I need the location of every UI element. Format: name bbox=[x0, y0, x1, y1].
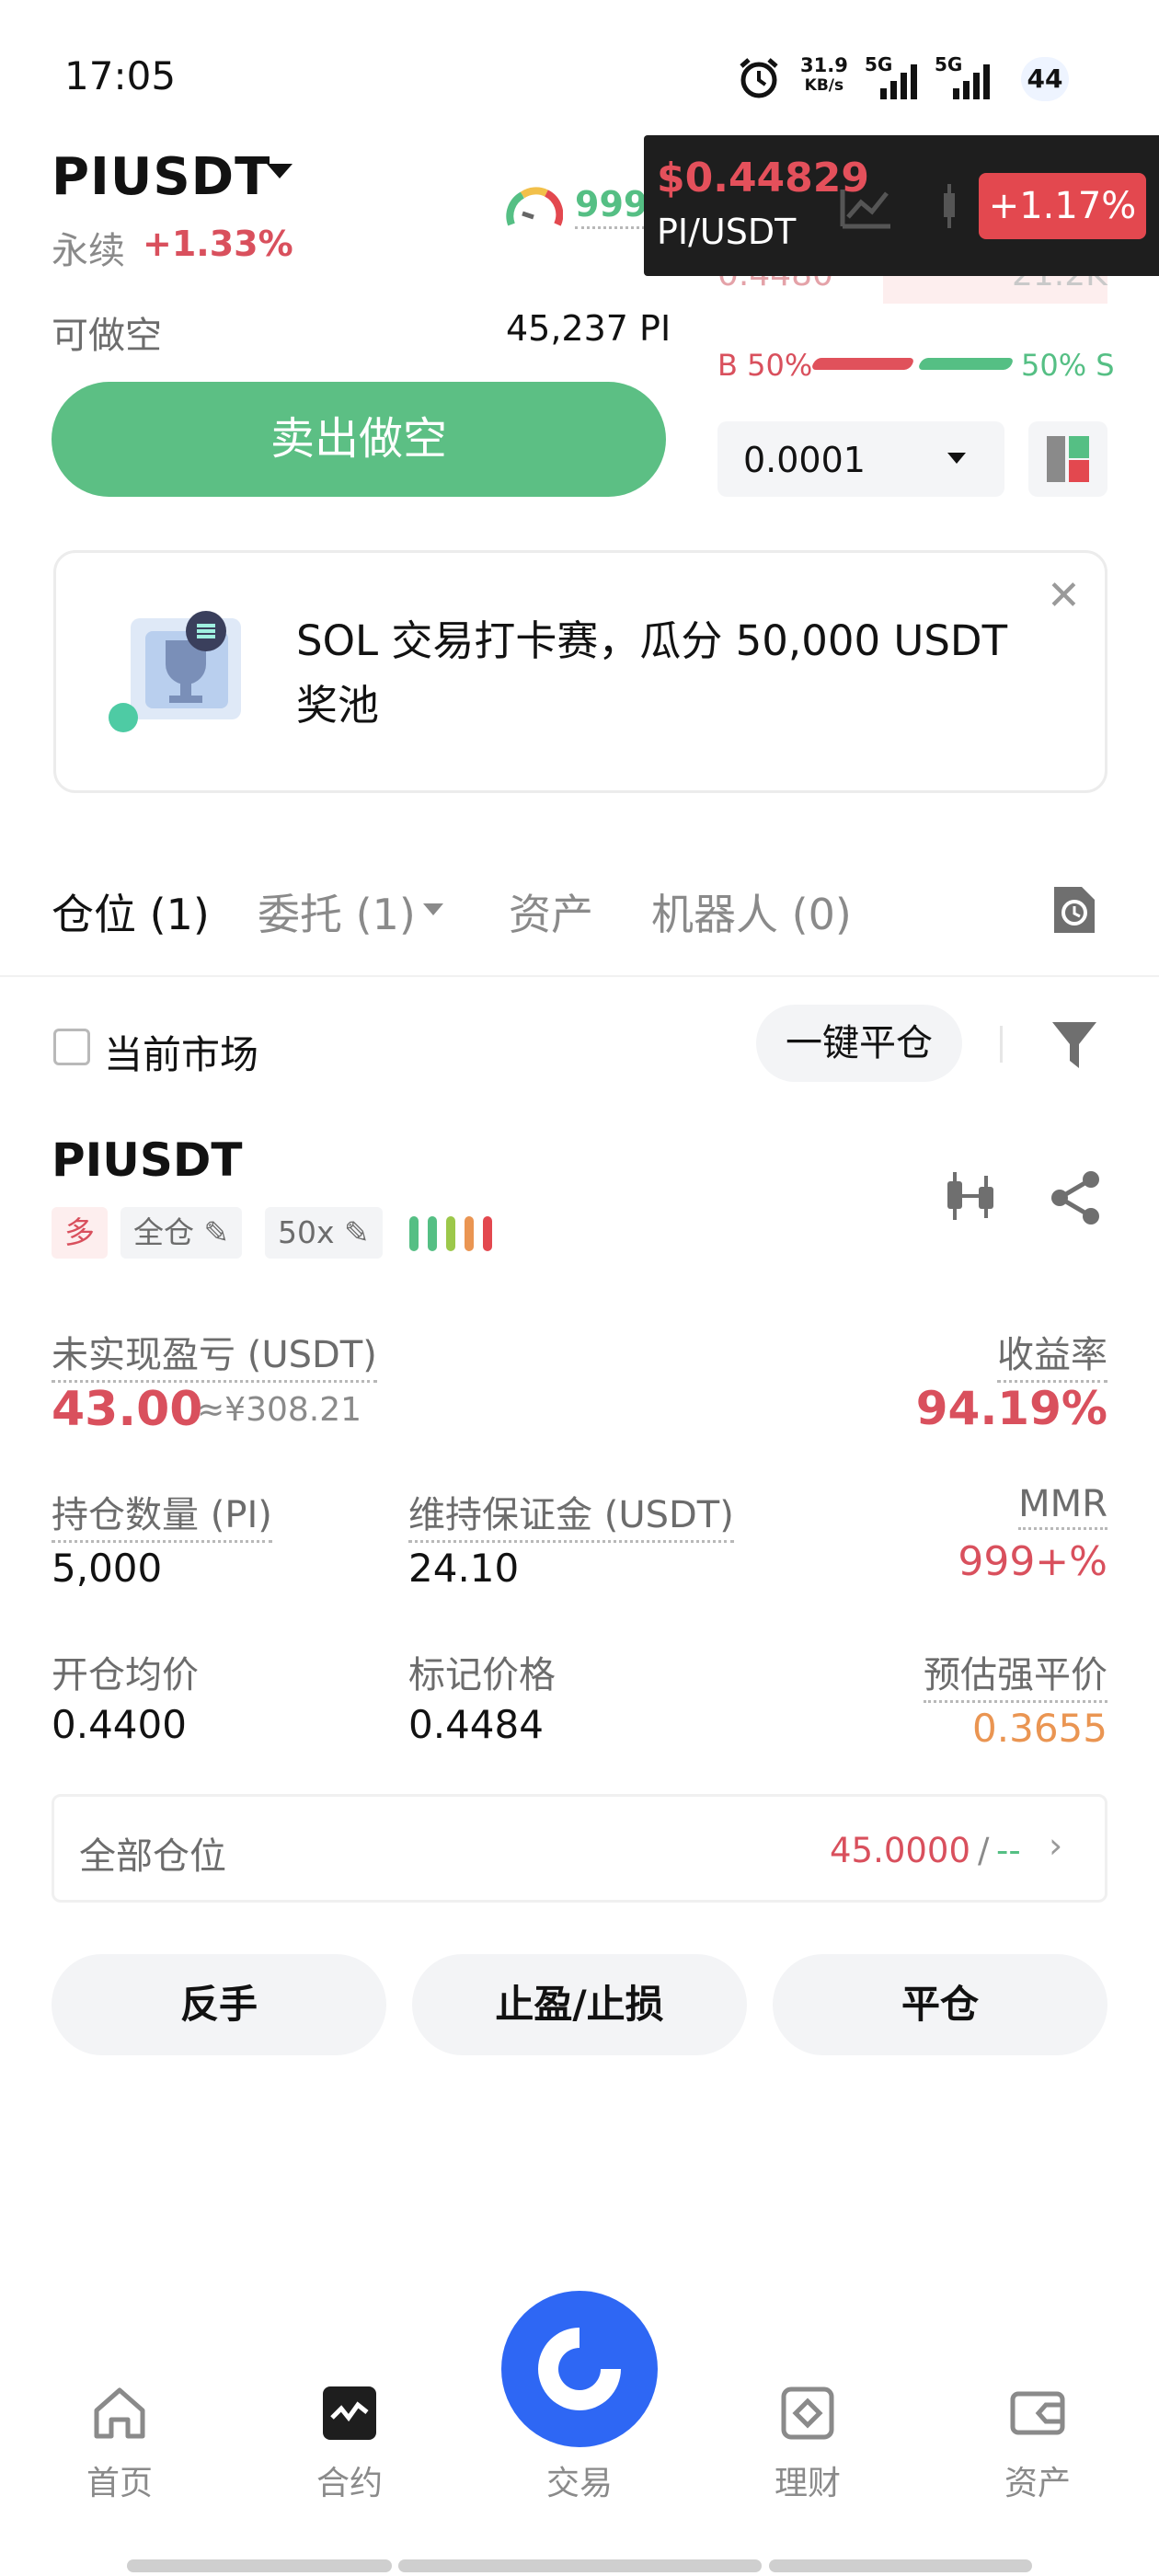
symbol-selector[interactable]: PIUSDT bbox=[52, 147, 270, 207]
unrealized-pnl-cny: ≈¥308.21 bbox=[197, 1391, 362, 1429]
margin-mode-label: 全仓 bbox=[133, 1214, 194, 1250]
signal-icon-2 bbox=[953, 64, 990, 99]
battery-indicator: 44 bbox=[1021, 57, 1069, 101]
edit-icon[interactable]: ✎ bbox=[344, 1214, 370, 1250]
layout-icon bbox=[1047, 436, 1089, 482]
liq-price-label[interactable]: 预估强平价 bbox=[924, 1645, 1107, 1703]
promo-banner-text: SOL 交易打卡赛，瓜分 50,000 USDT 奖池 bbox=[296, 616, 1008, 730]
close-position-button[interactable]: 平仓 bbox=[773, 1954, 1107, 2055]
position-symbol[interactable]: PIUSDT bbox=[52, 1133, 242, 1187]
precision-dropdown-icon bbox=[947, 453, 966, 464]
trade-logo-icon bbox=[538, 2328, 621, 2410]
floating-ticker-pair: PI/USDT bbox=[657, 212, 797, 252]
edit-icon[interactable]: ✎ bbox=[204, 1214, 230, 1250]
risk-gauge-icon[interactable] bbox=[504, 180, 563, 232]
symbol-dropdown-icon[interactable] bbox=[267, 164, 293, 178]
history-doc-icon[interactable] bbox=[1050, 883, 1098, 937]
unrealized-pnl-label[interactable]: 未实现盈亏 (USDT) bbox=[52, 1325, 377, 1383]
position-qty-label[interactable]: 持仓数量 (PI) bbox=[52, 1485, 272, 1543]
chart-icon[interactable] bbox=[837, 180, 896, 232]
close-all-button[interactable]: 一键平仓 bbox=[756, 1005, 962, 1082]
home-icon[interactable] bbox=[91, 2385, 148, 2442]
nav-home-label[interactable]: 首页 bbox=[46, 2456, 193, 2504]
gesture-bar[interactable] bbox=[127, 2559, 392, 2572]
available-short-value: 45,237 PI bbox=[506, 308, 671, 349]
orderbook-layout-button[interactable] bbox=[1028, 421, 1107, 497]
tab-assets[interactable]: 资产 bbox=[509, 881, 593, 942]
roe-label[interactable]: 收益率 bbox=[997, 1325, 1107, 1383]
nav-finance-label[interactable]: 理财 bbox=[734, 2456, 881, 2504]
wallet-icon[interactable] bbox=[1009, 2385, 1066, 2442]
finance-icon[interactable] bbox=[779, 2385, 836, 2442]
floating-ticker-change: +1.17% bbox=[979, 173, 1146, 239]
status-time: 17:05 bbox=[64, 53, 177, 98]
alarm-icon bbox=[740, 58, 778, 98]
contract-type: 永续 bbox=[52, 230, 125, 272]
tab-orders[interactable]: 委托 (1) bbox=[258, 881, 416, 942]
nav-assets-label[interactable]: 资产 bbox=[964, 2456, 1111, 2504]
maint-margin-label[interactable]: 维持保证金 (USDT) bbox=[408, 1485, 734, 1543]
maint-margin-value: 24.10 bbox=[408, 1546, 520, 1591]
futures-icon[interactable] bbox=[321, 2385, 378, 2442]
roe-value: 94.19% bbox=[915, 1382, 1107, 1435]
tab-divider bbox=[0, 975, 1159, 977]
risk-level-icon bbox=[409, 1216, 492, 1251]
nav-trade-label[interactable]: 交易 bbox=[506, 2456, 653, 2504]
all-positions-separator: / bbox=[978, 1831, 990, 1870]
margin-mode-badge[interactable]: 全仓 ✎ bbox=[120, 1207, 243, 1259]
filter-divider bbox=[1000, 1026, 1003, 1063]
nav-futures-label[interactable]: 合约 bbox=[276, 2456, 423, 2504]
reverse-button[interactable]: 反手 bbox=[52, 1954, 386, 2055]
all-positions-secondary: -- bbox=[996, 1831, 1021, 1870]
chevron-right-icon[interactable]: › bbox=[1049, 1825, 1062, 1866]
current-market-label[interactable]: 当前市场 bbox=[104, 1024, 258, 1080]
entry-price-value: 0.4400 bbox=[52, 1702, 187, 1747]
tab-bots[interactable]: 机器人 (0) bbox=[651, 881, 852, 942]
close-icon[interactable]: ✕ bbox=[1047, 572, 1081, 619]
sell-short-button[interactable]: 卖出做空 bbox=[52, 382, 666, 497]
leverage-badge[interactable]: 50x ✎ bbox=[265, 1207, 383, 1259]
gesture-bar[interactable] bbox=[769, 2559, 1032, 2572]
share-icon[interactable] bbox=[1047, 1168, 1106, 1227]
position-qty-value: 5,000 bbox=[52, 1546, 163, 1591]
signal-icon bbox=[880, 64, 917, 99]
tp-sl-button[interactable]: 止盈/止损 bbox=[412, 1954, 747, 2055]
mark-price-value: 0.4484 bbox=[408, 1702, 544, 1747]
buy-ratio-bar bbox=[809, 358, 916, 370]
mark-price-label: 标记价格 bbox=[408, 1654, 556, 1696]
net-speed-value: 31.9 bbox=[800, 54, 848, 76]
leverage-label: 50x bbox=[278, 1214, 335, 1250]
orders-dropdown-icon[interactable] bbox=[423, 903, 443, 915]
position-side-badge: 多 bbox=[52, 1207, 108, 1259]
mmr-label[interactable]: MMR bbox=[1018, 1483, 1107, 1530]
sell-ratio: 50% S bbox=[1021, 348, 1115, 383]
filter-icon[interactable] bbox=[1049, 1017, 1100, 1072]
kline-icon[interactable] bbox=[944, 1168, 999, 1224]
available-short-label: 可做空 bbox=[52, 315, 162, 357]
mmr-value: 999+% bbox=[958, 1538, 1107, 1585]
net-speed-unit: KB/s bbox=[804, 76, 844, 95]
current-market-checkbox[interactable] bbox=[53, 1029, 90, 1065]
candlestick-icon[interactable] bbox=[938, 180, 975, 232]
liq-price-value: 0.3655 bbox=[972, 1706, 1107, 1751]
price-change: +1.33% bbox=[143, 224, 293, 264]
entry-price-label: 开仓均价 bbox=[52, 1654, 199, 1696]
unrealized-pnl-value: 43.00 bbox=[52, 1382, 203, 1437]
buy-ratio: B 50% bbox=[717, 348, 813, 383]
trophy-illustration-icon bbox=[109, 611, 241, 732]
all-positions-value: 45.0000 bbox=[830, 1831, 971, 1870]
all-positions-label: 全部仓位 bbox=[79, 1835, 226, 1878]
sell-ratio-bar bbox=[916, 358, 1016, 370]
gesture-bar[interactable] bbox=[398, 2559, 762, 2572]
net-speed: 31.9 KB/s bbox=[800, 55, 848, 96]
precision-value: 0.0001 bbox=[743, 440, 866, 480]
trade-icon[interactable] bbox=[501, 2291, 658, 2447]
tab-positions[interactable]: 仓位 (1) bbox=[52, 881, 210, 942]
